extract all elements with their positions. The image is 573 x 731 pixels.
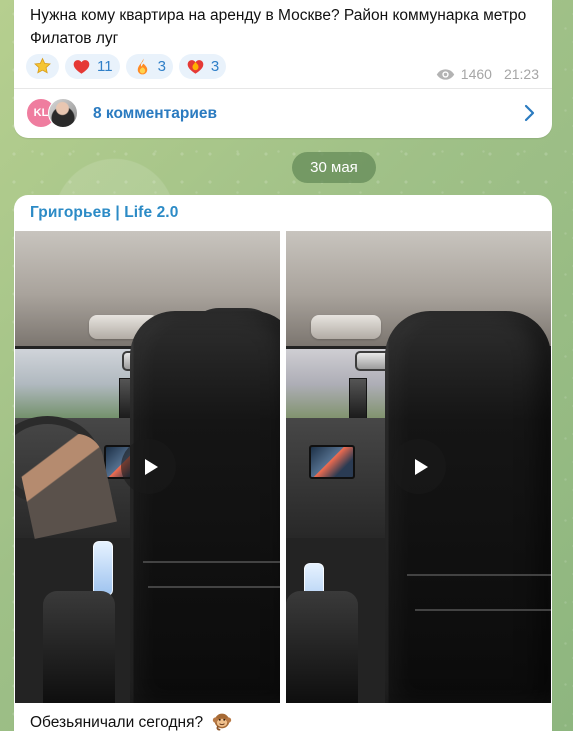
message-meta: 1460 21:23 [436, 66, 539, 82]
reaction-heart-fire[interactable]: 3 [178, 54, 227, 79]
reaction-count: 3 [157, 58, 166, 75]
heart-fire-icon [186, 57, 205, 76]
fire-icon [133, 57, 152, 76]
star-icon [33, 57, 52, 76]
seat-back [130, 311, 280, 703]
seat-seam [143, 561, 280, 563]
dome-light [311, 315, 381, 339]
message-bubble[interactable]: Нужна кому квартира на аренду в Москве? … [14, 0, 552, 138]
video-thumbnail-right[interactable] [286, 231, 551, 703]
video-thumbnail-left[interactable] [15, 231, 280, 703]
chevron-right-icon [524, 104, 535, 122]
date-separator: 30 мая [292, 152, 376, 183]
avatar-photo [48, 97, 78, 128]
caption-text: Обезьяничали сегодня? [30, 714, 204, 731]
center-console [286, 591, 358, 703]
play-icon [415, 458, 428, 475]
reaction-heart[interactable]: 11 [65, 54, 120, 79]
center-console [43, 591, 115, 703]
play-button[interactable] [391, 439, 446, 494]
eye-icon [436, 68, 455, 80]
seat-seam [148, 586, 280, 588]
reaction-fire[interactable]: 3 [125, 54, 173, 79]
post-caption: Обезьяничали сегодня? [30, 710, 233, 731]
seat-seam [407, 574, 551, 576]
seat-back [385, 311, 551, 703]
channel-post[interactable]: Григорьев | Life 2.0 Обезьяничали сегодн… [14, 195, 552, 731]
video-gallery [15, 231, 551, 703]
seat-seam [415, 609, 551, 611]
message-time: 21:23 [503, 66, 539, 82]
channel-name[interactable]: Григорьев | Life 2.0 [30, 204, 178, 222]
play-icon [145, 458, 158, 475]
commenter-avatars: KL [26, 97, 84, 130]
play-button[interactable] [121, 439, 176, 494]
reactions-bar: 11 3 3 [26, 54, 227, 79]
reaction-star[interactable] [26, 54, 59, 79]
monkey-icon [213, 713, 232, 731]
comments-link[interactable]: KL 8 комментариев [14, 89, 552, 138]
view-count: 1460 [460, 66, 492, 82]
comments-count-label: 8 комментариев [93, 104, 218, 122]
heart-icon [72, 57, 91, 76]
dashboard-screen [309, 445, 355, 479]
reaction-count: 11 [97, 58, 113, 75]
water-bottle [93, 541, 113, 596]
message-text: Нужна кому квартира на аренду в Москве? … [30, 7, 527, 47]
reaction-count: 3 [210, 58, 220, 75]
